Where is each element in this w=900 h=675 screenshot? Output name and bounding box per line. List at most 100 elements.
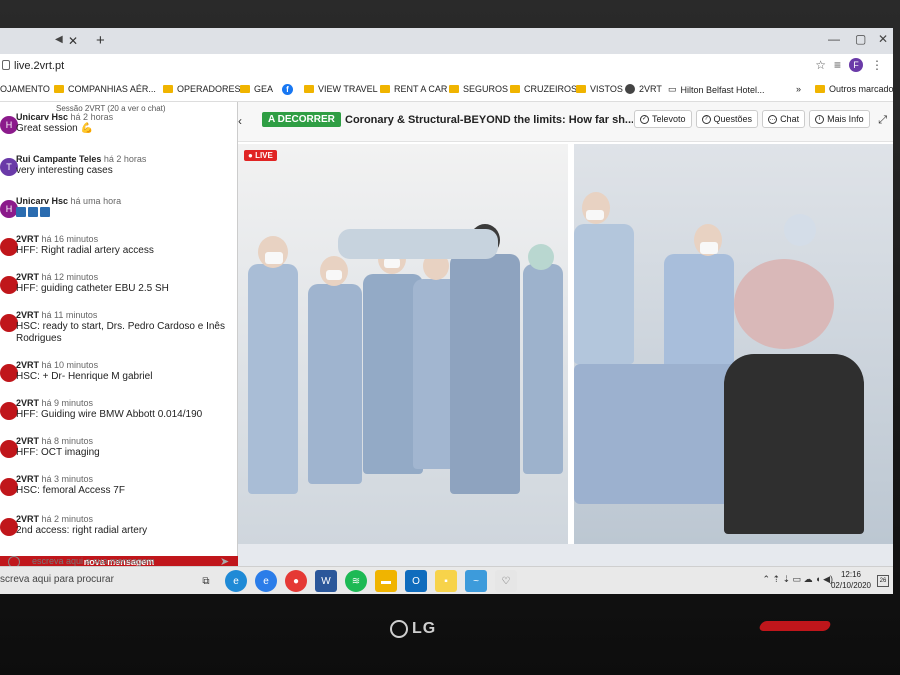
folder-icon <box>163 85 173 93</box>
bookmarks-overflow-icon[interactable]: » <box>796 84 801 94</box>
bookmark-item[interactable]: ▭ Hilton Belfast Hotel... <box>668 84 765 95</box>
system-tray[interactable]: ⌃ ⇡ ⇣ ▭ ☁ ◖ ◀︎) <box>763 574 833 585</box>
staff-head <box>784 214 816 246</box>
folder-icon <box>380 85 390 93</box>
emoji-icon <box>28 207 38 217</box>
chat-message: 2VRT há 11 minutos HSC: ready to start, … <box>0 310 238 350</box>
bookmark-item[interactable]: SEGUROS <box>449 84 508 94</box>
monitor-frame: ◀︎ ✕ + — ▢ ✕ live.2vrt.pt ☆ ≡ F ⋮ OJAMEN… <box>0 0 900 675</box>
message-author: 2VRT <box>16 514 40 524</box>
staff-head <box>528 244 554 270</box>
face-mask <box>700 242 718 254</box>
message-time: há 8 minutos <box>41 436 94 446</box>
bookmarks-bar: OJAMENTO COMPANHIAS AÉR... OPERADORES GE… <box>0 80 893 102</box>
message-time: há 10 minutos <box>41 360 99 370</box>
notification-center-icon[interactable]: 26 <box>877 575 889 587</box>
emoji-icon <box>16 207 26 217</box>
back-arrow-icon[interactable]: ‹ <box>238 114 242 128</box>
message-text: HFF: Right radial artery access <box>16 245 154 256</box>
video-player[interactable]: ● LIVE <box>238 144 893 566</box>
clock[interactable]: 12:16 02/10/2020 <box>831 569 871 591</box>
staff-figure <box>308 284 362 484</box>
staff-figure <box>664 254 734 374</box>
maximize-icon[interactable]: ▢ <box>855 32 866 46</box>
check-icon: ✓ <box>640 114 649 124</box>
bookmark-item[interactable]: f <box>282 84 293 95</box>
sticky-notes-icon[interactable]: ▪ <box>435 570 457 592</box>
message-text: very interesting cases <box>16 165 113 176</box>
taskbar-search[interactable]: screva aqui para procurar <box>0 574 114 585</box>
message-time: há 2 horas <box>70 112 114 122</box>
minimize-icon[interactable]: — <box>828 32 840 46</box>
message-time: há uma hora <box>70 196 122 206</box>
speaker-icon[interactable]: ◀︎ <box>55 34 63 45</box>
file-explorer-icon[interactable]: ▬ <box>375 570 397 592</box>
face-mask <box>326 270 342 280</box>
message-author: 2VRT <box>16 398 40 408</box>
chat-input[interactable]: escreva aqui a sua mensagem <box>32 556 212 566</box>
message-author: 2VRT <box>16 474 40 484</box>
bookmark-item[interactable]: 2VRT <box>625 84 662 94</box>
clock-date: 02/10/2020 <box>830 581 871 590</box>
folder-icon <box>449 85 459 93</box>
clock-time: 12:16 <box>840 570 861 579</box>
televoto-button[interactable]: ✓ Televoto <box>634 110 692 128</box>
lg-circle-icon <box>390 620 408 638</box>
bookmark-item[interactable]: OPERADORES <box>163 84 241 94</box>
chat-message: 2VRT há 2 minutos 2nd access: right radi… <box>0 514 238 554</box>
task-view-icon[interactable]: ⧉ <box>195 570 217 592</box>
star-icon[interactable]: ☆ <box>815 58 826 72</box>
edge-icon[interactable]: e <box>225 570 247 592</box>
folder-icon <box>510 85 520 93</box>
more-info-button[interactable]: i Mais Info <box>809 110 870 128</box>
questions-button[interactable]: ? Questões <box>695 110 759 128</box>
emoji-icon <box>40 207 50 217</box>
outlook-icon[interactable]: O <box>405 570 427 592</box>
status-badge: A DECORRER <box>262 112 341 127</box>
chat-button[interactable]: … Chat <box>762 110 806 128</box>
menu-icon[interactable]: ⋮ <box>871 58 883 72</box>
app-icon[interactable]: ~ <box>465 570 487 592</box>
taskbar-apps: ⧉ e e ● W ≋ ▬ O ▪ ~ ♡ <box>195 570 517 592</box>
video-pane-left: ● LIVE <box>238 144 568 544</box>
message-time: há 3 minutos <box>41 474 94 484</box>
bookmark-item[interactable]: VIEW TRAVEL <box>304 84 378 94</box>
chat-message: 2VRT há 10 minutos HSC: + Dr- Henrique M… <box>0 360 238 400</box>
profile-avatar[interactable]: F <box>849 58 863 72</box>
message-text: HFF: OCT imaging <box>16 447 100 458</box>
message-author: 2VRT <box>16 360 40 370</box>
bookmark-item[interactable]: GEA <box>240 84 273 94</box>
expand-icon[interactable]: ⤢ <box>878 114 887 127</box>
bookmark-item[interactable]: RENT A CAR <box>380 84 447 94</box>
chrome-icon[interactable]: ● <box>285 570 307 592</box>
chat-message: H Unicarv Hsc há 2 horas Great session 💪 <box>0 112 238 152</box>
close-tab-icon[interactable]: ✕ <box>68 34 78 48</box>
message-time: há 2 horas <box>103 154 147 164</box>
new-tab-button[interactable]: + <box>96 32 105 49</box>
bookmark-item[interactable]: COMPANHIAS AÉR... <box>54 84 156 94</box>
url-text[interactable]: live.2vrt.pt <box>14 60 64 72</box>
bookmark-item[interactable]: VISTOS <box>576 84 623 94</box>
session-title: Coronary & Structural-BEYOND the limits:… <box>345 114 633 126</box>
address-bar[interactable]: live.2vrt.pt ☆ ≡ F ⋮ <box>0 54 893 80</box>
app-icon[interactable]: ♡ <box>495 570 517 592</box>
word-icon[interactable]: W <box>315 570 337 592</box>
bookmark-item[interactable]: Outros marcadores <box>815 84 893 94</box>
folder-icon <box>815 85 825 93</box>
chat-message: 2VRT há 16 minutos HFF: Right radial art… <box>0 234 238 274</box>
bookmark-item[interactable]: CRUZEIROS <box>510 84 577 94</box>
close-window-icon[interactable]: ✕ <box>878 32 888 46</box>
spotify-icon[interactable]: ≋ <box>345 570 367 592</box>
bookmark-item[interactable]: OJAMENTO <box>0 84 50 94</box>
ie-icon[interactable]: e <box>255 570 277 592</box>
lock-icon <box>2 60 10 70</box>
folder-icon <box>304 85 314 93</box>
reading-list-icon[interactable]: ≡ <box>834 58 841 72</box>
message-text: HSC: femoral Access 7F <box>16 485 125 496</box>
message-text: Great session 💪 <box>16 123 93 134</box>
info-icon: i <box>815 114 825 124</box>
chat-message: T Rui Campante Teles há 2 horas very int… <box>0 154 238 194</box>
staff-figure <box>574 224 634 364</box>
screen: ◀︎ ✕ + — ▢ ✕ live.2vrt.pt ☆ ≡ F ⋮ OJAMEN… <box>0 28 893 594</box>
chat-message: 2VRT há 3 minutos HSC: femoral Access 7F <box>0 474 238 514</box>
